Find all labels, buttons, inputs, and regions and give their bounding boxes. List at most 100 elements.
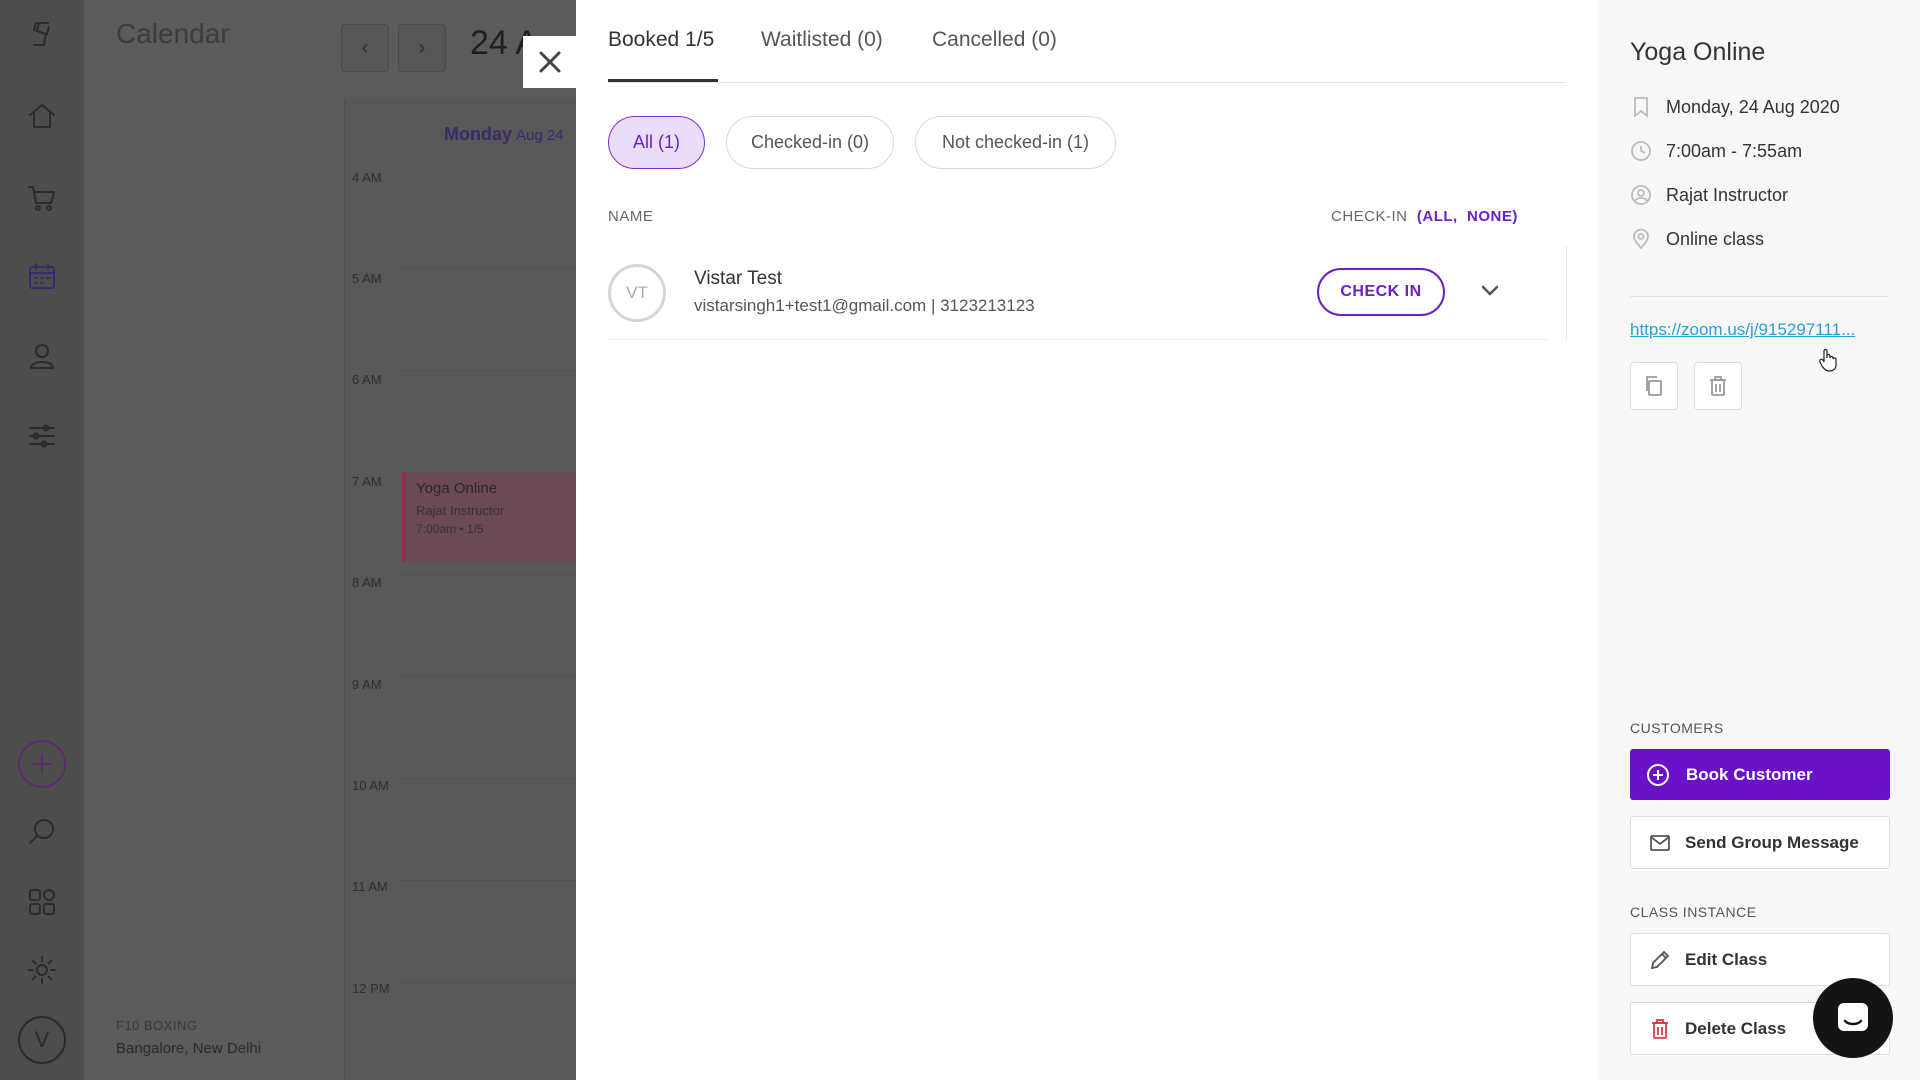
chat-icon (1838, 1003, 1868, 1031)
column-header-name: NAME (608, 208, 654, 225)
clock-icon (1631, 141, 1651, 161)
event-meta: 7:00am • 1/5 (416, 522, 484, 536)
hour-label: 5 AM (352, 271, 382, 286)
next-week-button[interactable]: › (398, 24, 446, 72)
class-date: Monday, 24 Aug 2020 (1630, 92, 1840, 122)
plus-circle-icon (1647, 763, 1669, 786)
tab-cancelled[interactable]: Cancelled (0) (932, 28, 1057, 52)
calendar-icon[interactable] (24, 258, 60, 294)
class-time-text: 7:00am - 7:55am (1666, 140, 1803, 161)
trash-icon (1710, 376, 1726, 396)
settings-sliders-icon[interactable] (24, 418, 60, 454)
prev-week-button[interactable]: ‹ (341, 24, 389, 72)
check-in-button[interactable]: CHECK IN (1317, 268, 1445, 316)
day-name: Monday (444, 124, 513, 144)
class-details-sidebar: Yoga Online Monday, 24 Aug 2020 7:00am -… (1598, 0, 1920, 1080)
customers-icon[interactable] (24, 338, 60, 374)
cart-icon[interactable] (24, 180, 60, 216)
hour-line (400, 268, 576, 269)
zoom-link[interactable]: https://zoom.us/j/915297111... (1630, 320, 1888, 340)
table-row: VT Vistar Test vistarsingh1+test1@gmail.… (608, 246, 1548, 340)
class-location: Online class (1630, 224, 1764, 254)
mail-icon (1650, 834, 1670, 851)
chevron-right-icon: › (418, 36, 426, 59)
class-location-text: Online class (1666, 228, 1765, 249)
list-scrollbar[interactable] (1566, 246, 1567, 340)
class-date-text: Monday, 24 Aug 2020 (1666, 96, 1840, 117)
chevron-left-icon: ‹ (361, 36, 369, 59)
hour-label: 4 AM (352, 170, 382, 185)
column-header-checkin: CHECK-IN (ALL, NONE) (1331, 208, 1518, 225)
divider (1630, 296, 1888, 297)
gear-icon[interactable] (24, 952, 60, 988)
day-header: Monday Aug 24 (444, 124, 564, 145)
send-group-message-button[interactable]: Send Group Message (1630, 816, 1890, 869)
class-title: Yoga Online (1630, 38, 1766, 66)
delete-class-label: Delete Class (1685, 1018, 1787, 1038)
book-customer-label: Book Customer (1686, 764, 1813, 784)
close-button[interactable] (523, 36, 577, 88)
hour-line (400, 982, 576, 983)
org-name: F10 BOXING (116, 1018, 198, 1033)
event-title: Yoga Online (416, 480, 498, 497)
customer-contact: vistarsingh1+test1@gmail.com | 312321312… (694, 296, 1035, 315)
hour-line (400, 778, 576, 779)
calendar-event[interactable]: Yoga Online Rajat Instructor 7:00am • 1/… (402, 472, 576, 562)
hour-label: 8 AM (352, 575, 382, 590)
send-group-message-label: Send Group Message (1685, 832, 1859, 852)
bookmark-icon (1634, 97, 1648, 118)
customers-heading: CUSTOMERS (1630, 720, 1724, 736)
customer-name[interactable]: Vistar Test (694, 268, 782, 290)
checkin-label: CHECK-IN (1331, 208, 1408, 225)
active-tab-indicator (608, 79, 718, 82)
brand-logo-icon (24, 16, 60, 52)
hour-line (400, 880, 576, 881)
customer-avatar: VT (608, 264, 666, 322)
hour-label: 6 AM (352, 372, 382, 387)
hour-line (400, 370, 576, 371)
day-date: Aug 24 (516, 127, 564, 144)
class-time: 7:00am - 7:55am (1630, 136, 1802, 166)
filter-not-checked-in[interactable]: Not checked-in (1) (915, 116, 1116, 169)
chevron-down-icon (1481, 285, 1499, 296)
pencil-icon (1650, 950, 1670, 969)
row-expand-button[interactable] (1478, 278, 1502, 302)
user-avatar[interactable]: V (18, 1016, 66, 1064)
copy-link-button[interactable] (1630, 362, 1678, 410)
checkin-all-link[interactable]: ALL (1422, 208, 1453, 225)
chat-launcher-button[interactable] (1813, 978, 1893, 1058)
tab-waitlisted[interactable]: Waitlisted (0) (761, 28, 883, 52)
filter-checked-in[interactable]: Checked-in (0) (726, 116, 894, 169)
apps-icon[interactable] (24, 884, 60, 920)
close-icon (539, 51, 561, 73)
copy-icon (1646, 376, 1662, 396)
event-instructor: Rajat Instructor (416, 503, 505, 518)
booking-panel: Booked 1/5 Waitlisted (0) Cancelled (0) … (576, 0, 1598, 1080)
page-title: Calendar (116, 18, 230, 49)
add-icon[interactable] (18, 740, 66, 788)
hour-label: 7 AM (352, 474, 382, 489)
hand-cursor-icon (1819, 348, 1837, 372)
checkin-none-link[interactable]: NONE (1467, 208, 1512, 225)
hour-label: 12 PM (352, 981, 390, 996)
hour-label: 10 AM (352, 778, 389, 793)
trash-icon (1652, 1018, 1668, 1039)
tab-booked[interactable]: Booked 1/5 (608, 28, 714, 52)
org-location: Bangalore, New Delhi (116, 1040, 262, 1057)
delete-link-button[interactable] (1694, 362, 1742, 410)
class-instance-heading: CLASS INSTANCE (1630, 904, 1757, 920)
calendar-grid (344, 100, 576, 1080)
filter-all[interactable]: All (1) (608, 116, 705, 169)
hour-label: 9 AM (352, 677, 382, 692)
instructor-icon (1631, 185, 1651, 205)
left-nav: V (0, 0, 84, 1080)
book-customer-button[interactable]: Book Customer (1630, 749, 1890, 800)
home-icon[interactable] (24, 98, 60, 134)
edit-class-label: Edit Class (1685, 949, 1768, 969)
search-icon[interactable] (24, 814, 60, 850)
location-pin-icon (1633, 228, 1649, 250)
booking-tabs: Booked 1/5 Waitlisted (0) Cancelled (0) (608, 0, 1566, 83)
hour-line (400, 574, 576, 575)
class-instructor: Rajat Instructor (1630, 180, 1788, 210)
class-instructor-text: Rajat Instructor (1666, 184, 1789, 205)
